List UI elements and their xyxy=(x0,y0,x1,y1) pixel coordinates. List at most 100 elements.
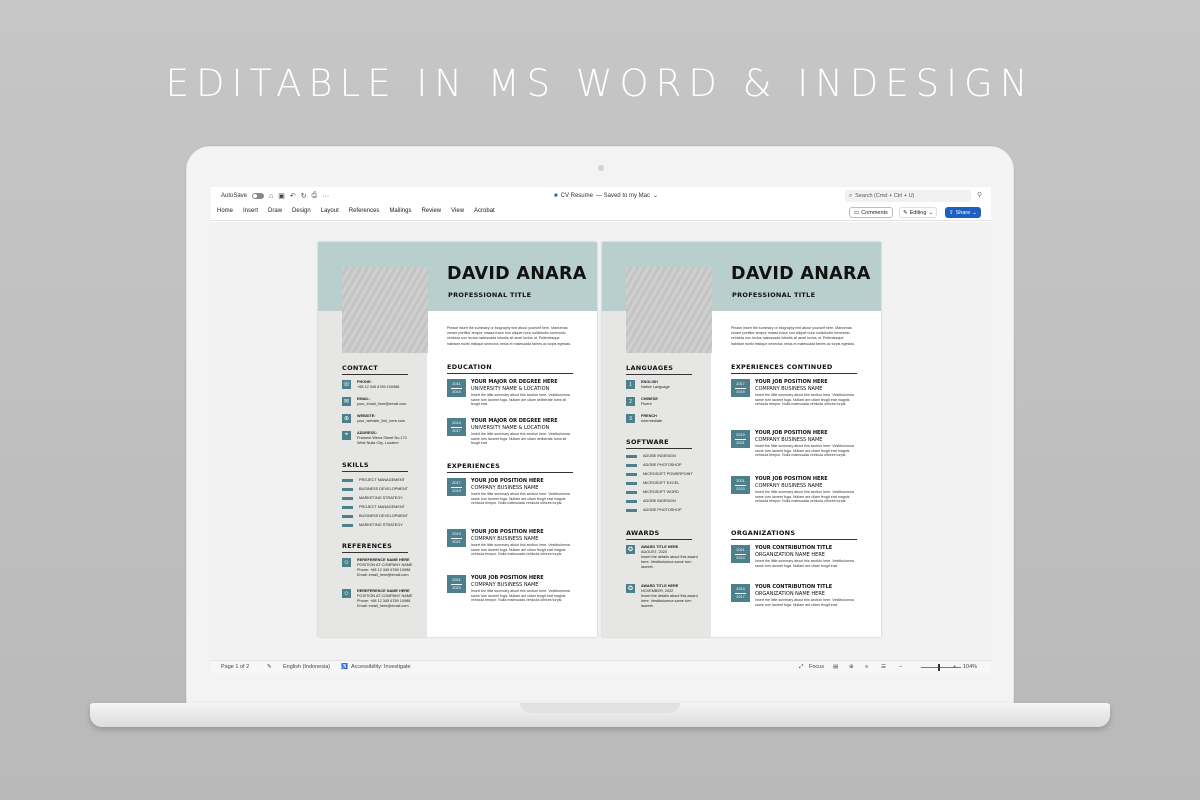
photo-placeholder[interactable] xyxy=(342,267,428,353)
entry-text: Insert the little summary about this sec… xyxy=(755,559,854,568)
search-icon: ⌕ xyxy=(849,192,853,199)
experience-entry: 2021 2023 YOUR JOB POSITION HERE COMPANY B… xyxy=(447,575,573,603)
year-badge: 2014 2017 xyxy=(731,584,750,602)
tab-home[interactable]: Home xyxy=(217,208,233,214)
references-heading: REFERENCES xyxy=(342,542,408,553)
award-icon: ✪ xyxy=(626,545,635,554)
search-box[interactable]: ⌕ Search (Cmd + Ctrl + U) xyxy=(845,190,971,202)
web-layout-icon[interactable]: ⊕ xyxy=(849,664,854,670)
entry-subtitle: COMPANY BUSINESS NAME xyxy=(471,581,539,588)
year-start: 2021 xyxy=(452,577,461,582)
outline-icon[interactable]: ≡ xyxy=(865,664,868,670)
word-doc-icon: ■ xyxy=(554,192,558,199)
software-item: ADOBE INDESIGN xyxy=(626,454,676,458)
person-icon: ☺ xyxy=(342,558,351,567)
skill-label: BUSINESS DEVELOPMENT xyxy=(359,514,408,518)
entry-text: Insert the little summary about this sec… xyxy=(755,444,854,458)
software-item: MICROSOFT EXCEL xyxy=(626,481,679,485)
software-bar xyxy=(626,490,637,494)
editing-button[interactable]: ✎ Editing ⌄ xyxy=(899,207,938,218)
page-indicator[interactable]: Page 1 of 2 xyxy=(221,664,249,670)
redo-icon[interactable]: ↻ xyxy=(301,192,307,200)
year-end: 2017 xyxy=(736,594,745,599)
skill-bar xyxy=(342,496,353,500)
year-badge: 2017 2019 xyxy=(731,379,750,397)
undo-icon[interactable]: ↶ xyxy=(290,192,296,200)
more-icon[interactable]: ··· xyxy=(322,193,329,200)
software-bar xyxy=(626,463,637,467)
year-start: 2017 xyxy=(452,480,461,485)
laptop-frame: AutoSave ⌂ ▣ ↶ ↻ ⎙ ··· ■ CV Resume — Sav… xyxy=(186,146,1014,706)
email-value: your_email_here@email.com xyxy=(357,402,407,406)
tab-references[interactable]: References xyxy=(349,208,380,214)
software-item: ADOBE PHOTOSHOP xyxy=(626,463,682,467)
reference-item: ☺ REREFERENCE NAME HERE POSITION AT COMPA… xyxy=(342,589,412,609)
resume-page-1[interactable]: DAVID ANARA PROFESSIONAL TITLE Please in… xyxy=(318,242,597,637)
tab-view[interactable]: View xyxy=(451,208,464,214)
experience-entry: 2019 2021 YOUR JOB POSITION HERE COMPANY B… xyxy=(447,529,573,557)
language-level: Native Language xyxy=(641,385,670,389)
skill-item: BUSINESS DEVELOPMENT xyxy=(342,514,408,518)
tab-layout[interactable]: Layout xyxy=(321,208,339,214)
language-number: 2 xyxy=(626,397,635,406)
year-start: 2019 xyxy=(452,531,461,536)
document-canvas[interactable]: DAVID ANARA PROFESSIONAL TITLE Please in… xyxy=(211,222,991,660)
entry-subtitle: COMPANY BUSINESS NAME xyxy=(471,535,539,542)
camera xyxy=(598,165,604,171)
language-indicator[interactable]: English (Indonesia) xyxy=(283,664,330,670)
software-bar xyxy=(626,499,637,503)
focus-icon: ⤢ xyxy=(799,664,804,670)
tab-acrobat[interactable]: Acrobat xyxy=(474,208,495,214)
skill-item: BUSINESS DEVELOPMENT xyxy=(342,487,408,491)
award-date: AUGUST, 2020 xyxy=(641,550,667,554)
organizations-heading: ORGANIZATIONS xyxy=(731,529,857,540)
awards-heading: AWARDS xyxy=(626,529,692,540)
skill-bar xyxy=(342,514,353,518)
resume-page-2[interactable]: DAVID ANARA PROFESSIONAL TITLE Please in… xyxy=(602,242,881,637)
skill-bar xyxy=(342,505,353,509)
accessibility-indicator[interactable]: Accessibility: Investigate xyxy=(351,664,411,670)
autosave-toggle[interactable] xyxy=(252,193,265,199)
year-end: 2019 xyxy=(452,488,461,493)
collaborate-icon[interactable]: ⚲ xyxy=(977,191,982,199)
contact-email: ✉ EMAIL: your_email_here@email.com xyxy=(342,397,406,407)
focus-button[interactable]: Focus xyxy=(809,664,824,670)
share-button[interactable]: ⇪ Share ⌄ xyxy=(945,207,981,218)
reference-phone: Phone: +68 12 345 6789 10988 xyxy=(357,599,411,603)
addr-line-2: West Nulla City, Loudere xyxy=(357,441,399,445)
organization-entry: 2011 2014 YOUR CONTRIBUTION TITLE ORGANIZA… xyxy=(731,545,857,568)
print-layout-icon[interactable]: ▤ xyxy=(833,664,838,670)
zoom-in-icon[interactable]: + xyxy=(953,664,956,670)
tab-review[interactable]: Review xyxy=(421,208,441,214)
tab-mailings[interactable]: Mailings xyxy=(389,208,411,214)
save-icon[interactable]: ▣ xyxy=(278,192,285,200)
proofing-icon[interactable]: ✎ xyxy=(267,664,272,670)
year-end: 2017 xyxy=(452,428,461,433)
home-icon[interactable]: ⌂ xyxy=(269,193,273,200)
organization-entry: 2014 2017 YOUR CONTRIBUTION TITLE ORGANIZA… xyxy=(731,584,857,607)
entry-text: Insert the little summary about this sec… xyxy=(471,432,570,446)
draft-icon[interactable]: ☰ xyxy=(881,664,886,670)
award-text: Insert the details about this award here… xyxy=(641,594,698,608)
print-icon[interactable]: ⎙ xyxy=(312,192,318,200)
entry-subtitle: COMPANY BUSINESS NAME xyxy=(755,482,823,489)
year-start: 2019 xyxy=(736,432,745,437)
photo-placeholder[interactable] xyxy=(626,267,712,353)
language-item: 2 CHINESE Fluent xyxy=(626,397,658,407)
zoom-slider-knob[interactable] xyxy=(938,664,940,671)
comments-button[interactable]: ▭ Comments xyxy=(849,207,893,218)
entry-text: Insert the little summary about this sec… xyxy=(755,598,854,607)
tab-design[interactable]: Design xyxy=(292,208,311,214)
tab-draw[interactable]: Draw xyxy=(268,208,282,214)
phone-icon: ☏ xyxy=(342,380,351,389)
pencil-icon: ✎ xyxy=(903,209,908,216)
editing-label: Editing xyxy=(909,209,927,216)
skill-label: PROJECT MANAGEMENT xyxy=(359,478,405,482)
award-text: Insert the details about this award here… xyxy=(641,555,698,569)
software-label: ADOBE PHOTOSHOP xyxy=(643,463,682,467)
language-level: Fluent xyxy=(641,402,652,406)
zoom-level[interactable]: 104% xyxy=(963,664,977,670)
zoom-out-icon[interactable]: − xyxy=(899,664,902,670)
document-title[interactable]: ■ CV Resume — Saved to my Mac ⌄ xyxy=(554,192,658,200)
tab-insert[interactable]: Insert xyxy=(243,208,258,214)
